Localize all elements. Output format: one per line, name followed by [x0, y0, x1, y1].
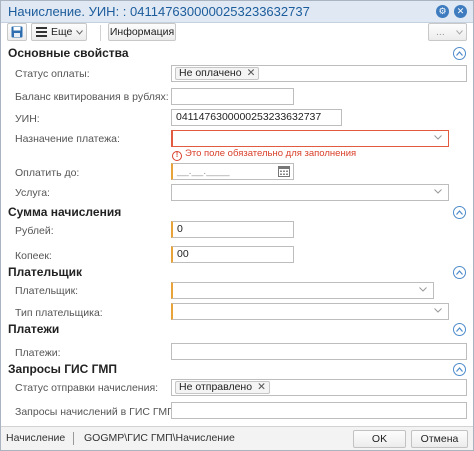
section-title-amount: Сумма начисления — [8, 205, 122, 219]
requests-label: Запросы начислений в ГИС ГМП: — [15, 406, 178, 418]
balance-label: Баланс квитирования в рублях: — [15, 91, 169, 103]
payer-dropdown[interactable] — [171, 282, 434, 299]
send-status-label: Статус отправки начисления: — [15, 382, 159, 394]
section-title-gis: Запросы ГИС ГМП — [8, 362, 118, 376]
chevron-down-icon — [434, 135, 442, 140]
balance-field[interactable] — [171, 88, 294, 105]
payments-field[interactable] — [171, 343, 467, 360]
title-bar: Начисление. УИН: : 041147630000025323363… — [1, 1, 473, 23]
calendar-icon[interactable] — [278, 166, 290, 177]
chevron-down-icon — [419, 287, 427, 292]
section-title-main: Основные свойства — [8, 46, 129, 60]
purpose-error: ! Это поле обязательно для заполнения — [172, 148, 356, 161]
chevron-down-icon — [456, 30, 463, 35]
send-status-chip: Не отправлено ✕ — [175, 381, 270, 394]
info-button[interactable]: Информация — [108, 23, 176, 41]
toolbar-divider — [100, 25, 101, 41]
close-icon[interactable]: ✕ — [247, 67, 256, 79]
status-bar: Начисление GOGMP\ГИС ГМП\Начисление OK О… — [1, 426, 473, 450]
send-status-field[interactable]: Не отправлено ✕ — [171, 379, 467, 396]
save-icon — [11, 26, 23, 38]
more-button-label: Еще — [51, 26, 73, 38]
ok-button[interactable]: OK — [353, 430, 406, 448]
overflow-button-label: ... — [436, 26, 445, 38]
pay-by-label: Оплатить до: — [15, 167, 80, 179]
overflow-button[interactable]: ... — [428, 23, 467, 41]
collapse-icon[interactable] — [453, 206, 466, 219]
more-button[interactable]: Еще — [31, 23, 87, 41]
payer-type-label: Тип плательщика: — [15, 307, 103, 319]
cancel-button[interactable]: Отмена — [411, 430, 468, 448]
close-icon[interactable]: ✕ — [454, 5, 467, 18]
window: Начисление. УИН: : 041147630000025323363… — [0, 0, 474, 451]
chevron-down-icon — [76, 30, 83, 35]
chevron-down-icon — [434, 308, 442, 313]
window-title: Начисление. УИН: : 041147630000025323363… — [8, 4, 310, 19]
close-icon[interactable]: ✕ — [257, 381, 266, 393]
purpose-dropdown[interactable] — [171, 130, 449, 147]
collapse-icon[interactable] — [453, 323, 466, 336]
rubles-label: Рублей: — [15, 225, 54, 237]
send-status-value: Не отправлено — [179, 381, 253, 393]
payer-type-dropdown[interactable] — [171, 303, 449, 320]
toolbar: Еще Информация ... — [1, 23, 473, 43]
uin-label: УИН: — [15, 113, 40, 125]
settings-icon[interactable]: ⚙ — [436, 5, 449, 18]
status-divider — [73, 432, 74, 445]
status-entity: Начисление — [6, 432, 66, 444]
uin-field[interactable]: 0411476300000253233632737 — [171, 109, 342, 126]
payer-label: Плательщик: — [15, 285, 79, 297]
payments-label: Платежи: — [15, 347, 61, 359]
pay-by-placeholder: __.__.____ — [177, 165, 230, 177]
collapse-icon[interactable] — [453, 363, 466, 376]
kopecks-field[interactable]: 00 — [171, 246, 294, 263]
collapse-icon[interactable] — [453, 266, 466, 279]
pay-by-date-field[interactable]: __.__.____ — [171, 163, 294, 180]
section-title-payer: Плательщик — [8, 265, 82, 279]
requests-field[interactable] — [171, 402, 467, 419]
payment-status-label: Статус оплаты: — [15, 68, 90, 80]
payment-status-field[interactable]: Не оплачено ✕ — [171, 65, 467, 82]
purpose-error-text: Это поле обязательно для заполнения — [185, 148, 357, 159]
collapse-icon[interactable] — [453, 47, 466, 60]
rubles-field[interactable]: 0 — [171, 221, 294, 238]
status-path: GOGMP\ГИС ГМП\Начисление — [84, 432, 235, 444]
service-label: Услуга: — [15, 187, 50, 199]
payment-status-chip: Не оплачено ✕ — [175, 67, 260, 80]
menu-icon — [36, 27, 47, 37]
service-dropdown[interactable] — [171, 184, 449, 201]
kopecks-label: Копеек: — [15, 250, 52, 262]
chevron-down-icon — [434, 189, 442, 194]
purpose-label: Назначение платежа: — [15, 133, 120, 145]
error-icon: ! — [172, 151, 182, 161]
payment-status-value: Не оплачено — [179, 67, 242, 79]
save-button[interactable] — [7, 23, 27, 41]
section-title-payments: Платежи — [8, 322, 60, 336]
